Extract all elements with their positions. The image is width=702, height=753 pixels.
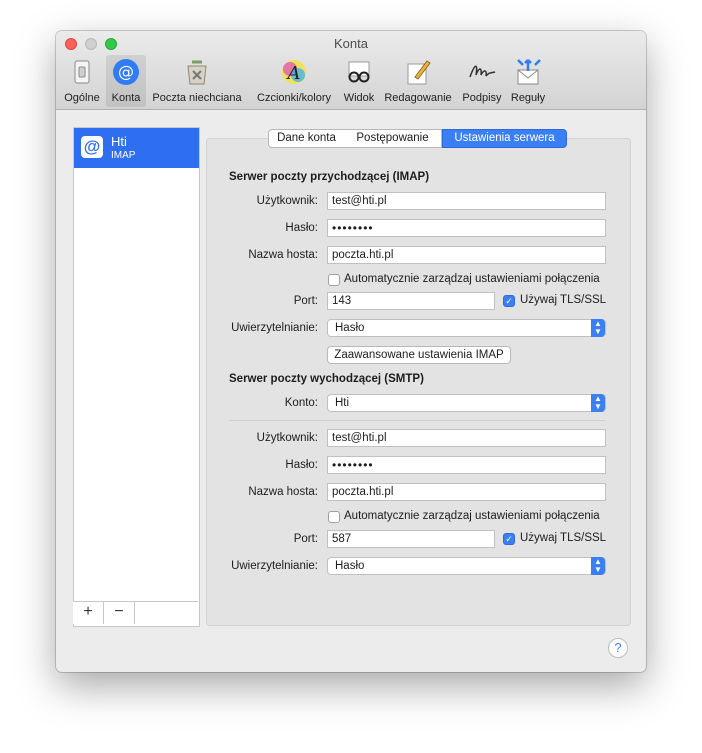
toolbar-compose[interactable]: Redagowanie	[381, 55, 455, 107]
chevron-updown-icon: ▲ ▼	[591, 394, 605, 412]
compose-pencil-icon	[407, 60, 431, 85]
at-sign-icon: @	[113, 59, 139, 85]
tab-server-settings[interactable]: Ustawienia serwera	[442, 129, 567, 148]
toolbar-signatures-label: Podpisy	[462, 92, 502, 104]
incoming-tls-checkbox[interactable]: ✓	[503, 295, 515, 307]
tab-behavior[interactable]: Postępowanie	[344, 129, 442, 148]
toolbar-view[interactable]: Widok	[340, 55, 378, 107]
incoming-host-field[interactable]: poczta.hti.pl	[327, 246, 606, 264]
outgoing-auth-popup[interactable]: Hasło ▲ ▼	[327, 557, 606, 575]
toolbar-fonts[interactable]: A Czcionki/kolory	[250, 55, 338, 107]
incoming-password-field[interactable]: ••••••••	[327, 219, 606, 237]
account-row-hti[interactable]: @ Hti IMAP	[74, 128, 199, 168]
outgoing-auth-value: Hasło	[335, 560, 365, 572]
toolbar-accounts-label: Konta	[111, 92, 141, 104]
toolbar-view-label: Widok	[343, 92, 375, 104]
outgoing-user-label: Użytkownik:	[256, 432, 318, 444]
outgoing-host-field[interactable]: poczta.hti.pl	[327, 483, 606, 501]
toolbar-general[interactable]: Ogólne	[60, 55, 104, 107]
incoming-tls-label: Używaj TLS/SSL	[520, 294, 607, 306]
outgoing-host-label: Nazwa hosta:	[248, 486, 318, 498]
outgoing-tls-label: Używaj TLS/SSL	[520, 532, 607, 544]
account-type: IMAP	[111, 150, 136, 161]
toolbar-signatures[interactable]: Podpisy	[458, 55, 506, 107]
accounts-list-footer: + −	[73, 601, 198, 624]
svg-text:A: A	[286, 63, 301, 84]
section-divider	[229, 420, 606, 421]
incoming-user-field[interactable]: test@hti.pl	[327, 192, 606, 210]
incoming-port-field[interactable]: 143	[327, 292, 495, 310]
outgoing-password-label: Hasło:	[285, 459, 318, 471]
incoming-auto-manage-checkbox[interactable]	[328, 274, 340, 286]
outgoing-password-field[interactable]: ••••••••	[327, 456, 606, 474]
glasses-icon	[348, 61, 370, 83]
toolbar-junk[interactable]: Poczta niechciana	[148, 55, 246, 107]
titlebar: Konta Ogólne @ Konta Poczta niechciana A…	[56, 31, 646, 110]
incoming-host-label: Nazwa hosta:	[248, 249, 318, 261]
incoming-port-label: Port:	[293, 295, 318, 307]
toolbar-rules-label: Reguły	[510, 92, 546, 104]
help-button[interactable]: ?	[608, 638, 628, 658]
account-name: Hti	[111, 134, 127, 149]
advanced-imap-settings-button[interactable]: Zaawansowane ustawienia IMAP	[327, 346, 511, 364]
outgoing-account-value: Hti	[335, 397, 350, 409]
toolbar-general-label: Ogólne	[64, 92, 100, 104]
outgoing-auto-manage-checkbox[interactable]	[328, 511, 340, 523]
toolbar-fonts-label: Czcionki/kolory	[257, 92, 331, 104]
outgoing-user-field[interactable]: test@hti.pl	[327, 429, 606, 447]
svg-text:@: @	[118, 62, 134, 81]
toolbar-compose-label: Redagowanie	[384, 92, 452, 104]
outgoing-port-label: Port:	[293, 533, 318, 545]
outgoing-section-heading: Serwer poczty wychodzącej (SMTP)	[229, 373, 424, 385]
add-account-button[interactable]: +	[73, 602, 104, 624]
chevron-updown-icon: ▲ ▼	[591, 319, 605, 337]
window-title: Konta	[334, 36, 368, 51]
incoming-user-label: Użytkownik:	[256, 195, 318, 207]
signature-icon	[469, 65, 496, 78]
rules-envelope-icon	[517, 59, 541, 85]
outgoing-auto-manage-label: Automatycznie zarządzaj ustawieniami poł…	[344, 510, 600, 522]
remove-account-button[interactable]: −	[104, 602, 135, 624]
toolbar-junk-label: Poczta niechciana	[152, 92, 242, 104]
outgoing-tls-checkbox[interactable]: ✓	[503, 533, 515, 545]
preferences-window: Konta Ogólne @ Konta Poczta niechciana A…	[56, 31, 646, 672]
incoming-auth-label: Uwierzytelnianie:	[231, 322, 318, 334]
outgoing-account-popup[interactable]: Hti ▲ ▼	[327, 394, 606, 412]
incoming-section-heading: Serwer poczty przychodzącej (IMAP)	[229, 171, 430, 183]
switch-icon	[74, 60, 90, 84]
incoming-auto-manage-label: Automatycznie zarządzaj ustawieniami poł…	[344, 273, 600, 285]
outgoing-port-field[interactable]: 587	[327, 530, 495, 548]
font-color-icon: A	[282, 60, 306, 84]
toolbar-rules[interactable]: Reguły	[508, 55, 548, 107]
incoming-password-label: Hasło:	[285, 222, 318, 234]
junk-trash-icon	[187, 60, 207, 85]
at-sign-icon: @	[81, 136, 103, 158]
chevron-updown-icon: ▲ ▼	[591, 557, 605, 575]
tab-account-info[interactable]: Dane konta	[268, 129, 345, 148]
incoming-auth-popup[interactable]: Hasło ▲ ▼	[327, 319, 606, 337]
outgoing-account-label: Konto:	[284, 397, 318, 409]
outgoing-auth-label: Uwierzytelnianie:	[231, 560, 318, 572]
toolbar-accounts[interactable]: @ Konta	[106, 55, 146, 107]
incoming-auth-value: Hasło	[335, 322, 365, 334]
